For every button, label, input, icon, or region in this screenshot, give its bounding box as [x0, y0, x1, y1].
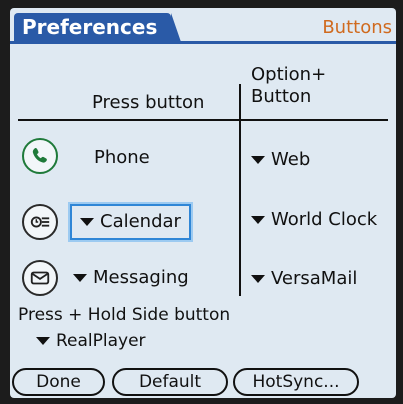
title-underline [10, 41, 396, 44]
dropdown-arrow-icon [251, 216, 265, 224]
messaging-icon [22, 260, 58, 296]
press-calendar-dropdown[interactable]: Calendar [68, 202, 193, 242]
dropdown-arrow-icon [36, 337, 50, 345]
phone-glyph [32, 148, 47, 163]
done-button[interactable]: Done [12, 368, 105, 396]
hold-side-button-dropdown[interactable]: RealPlayer [36, 330, 146, 352]
phone-icon [22, 138, 58, 174]
default-button[interactable]: Default [112, 368, 228, 396]
dropdown-arrow-icon [251, 275, 265, 283]
hotsync-button[interactable]: HotSync... [233, 368, 359, 396]
page-title: Preferences [14, 13, 182, 42]
envelope-glyph [30, 271, 50, 285]
title-bar: Preferences Buttons [10, 8, 396, 44]
press-phone-value[interactable]: Phone [94, 146, 150, 170]
option-header-line2: Button [251, 86, 312, 107]
dropdown-arrow-icon [251, 156, 265, 164]
dropdown-arrow-icon [73, 274, 87, 282]
press-messaging-label: Messaging [93, 267, 189, 288]
header-divider [18, 119, 388, 121]
calendar-icon [22, 204, 58, 240]
option-button-column-header: Option+ Button [251, 64, 326, 108]
option-phone-label: Web [271, 149, 311, 170]
press-messaging-dropdown[interactable]: Messaging [73, 266, 189, 290]
option-calendar-label: World Clock [271, 209, 378, 230]
hold-side-button-label: Press + Hold Side button [18, 305, 231, 325]
option-messaging-dropdown[interactable]: VersaMail [251, 267, 357, 291]
press-phone-label: Phone [94, 147, 150, 168]
hold-side-button-value: RealPlayer [56, 331, 146, 351]
press-calendar-label: Calendar [100, 211, 181, 232]
column-divider [239, 84, 241, 296]
calendar-glyph [30, 216, 50, 228]
dropdown-arrow-icon [80, 218, 94, 226]
category-selector[interactable]: Buttons [322, 17, 392, 39]
option-header-line1: Option+ [251, 64, 327, 85]
option-calendar-dropdown[interactable]: World Clock [251, 208, 377, 232]
option-phone-dropdown[interactable]: Web [251, 148, 310, 172]
preferences-screen: Preferences Buttons Press button Option+… [10, 8, 396, 398]
press-button-column-header: Press button [92, 92, 205, 113]
option-messaging-label: VersaMail [271, 268, 358, 289]
